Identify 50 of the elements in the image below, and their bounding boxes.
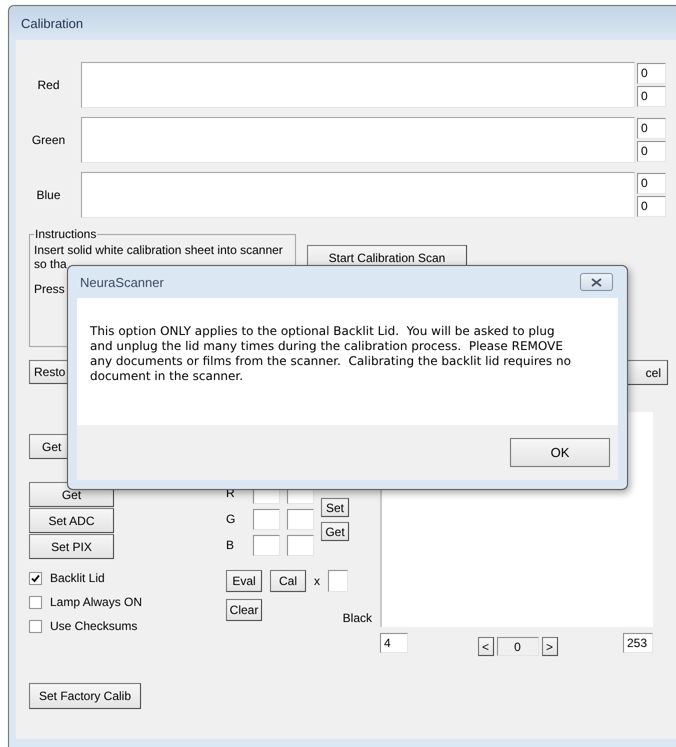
- value-field[interactable]: 0: [637, 118, 666, 139]
- channel-label: Green: [30, 133, 66, 147]
- checkbox[interactable]: [29, 572, 42, 584]
- eval-button[interactable]: Eval: [226, 570, 262, 592]
- instruction-text: so tha: [34, 258, 67, 270]
- input-field[interactable]: [287, 509, 314, 530]
- group-title: Instructions: [34, 227, 98, 241]
- next-button[interactable]: >: [542, 637, 558, 656]
- multiplier-label: x: [314, 574, 320, 588]
- prev-button[interactable]: <: [478, 637, 494, 656]
- cal-button[interactable]: Cal: [270, 570, 306, 592]
- channel-letter: G: [226, 511, 236, 528]
- cancel-button[interactable]: cel: [628, 360, 668, 385]
- value-field[interactable]: 0: [637, 196, 666, 217]
- option-label: Backlit Lid: [50, 571, 105, 585]
- rgb-button[interactable]: Set: [321, 498, 349, 517]
- input-field[interactable]: [253, 535, 280, 556]
- option-label: Lamp Always ON: [50, 595, 142, 609]
- channel-label: Blue: [35, 188, 62, 202]
- reference-label: Black: [342, 610, 372, 625]
- input-field[interactable]: [287, 535, 314, 556]
- window-title: Calibration: [21, 16, 84, 30]
- get-button[interactable]: Get: [29, 434, 67, 459]
- min-field[interactable]: 4: [380, 633, 408, 653]
- clear-button[interactable]: Clear: [226, 599, 262, 621]
- instruction-text: Insert solid white calibration sheet into scanner: [34, 244, 283, 256]
- multiplier-field[interactable]: [328, 570, 348, 592]
- adc-button[interactable]: Set PIX: [29, 534, 114, 559]
- value-field[interactable]: 0: [637, 173, 666, 194]
- checkbox[interactable]: [29, 596, 42, 608]
- close-button[interactable]: [580, 273, 613, 291]
- close-icon: [591, 278, 602, 286]
- factory-calib-button[interactable]: Set Factory Calib: [29, 683, 141, 709]
- value-field[interactable]: 0: [637, 141, 666, 162]
- dialog-title: NeuraScanner: [80, 274, 164, 290]
- rgb-button[interactable]: Get: [321, 522, 349, 541]
- restore-button[interactable]: Resto: [29, 360, 67, 384]
- value-field[interactable]: 0: [637, 63, 666, 84]
- adc-button[interactable]: Set ADC: [29, 508, 114, 533]
- option-label: Use Checksums: [50, 619, 138, 633]
- ok-button[interactable]: OK: [510, 438, 610, 467]
- checkbox[interactable]: [29, 620, 42, 632]
- input-field[interactable]: [253, 509, 280, 530]
- channel-label: Red: [36, 78, 60, 92]
- value-field[interactable]: 0: [637, 86, 666, 107]
- instruction-text: Press: [34, 283, 65, 295]
- max-field[interactable]: 253: [623, 633, 653, 653]
- dialog-message: This option ONLY applies to the optional Backlit Lid. You will be asked to plug and unplug the lid many times during the calibration process. Please REMOVE any documents or films from the scanner. Calibrating the backlit lid requires no document in the scanner.: [90, 324, 572, 384]
- position-field[interactable]: 0: [496, 637, 538, 656]
- channel-letter: B: [226, 537, 236, 554]
